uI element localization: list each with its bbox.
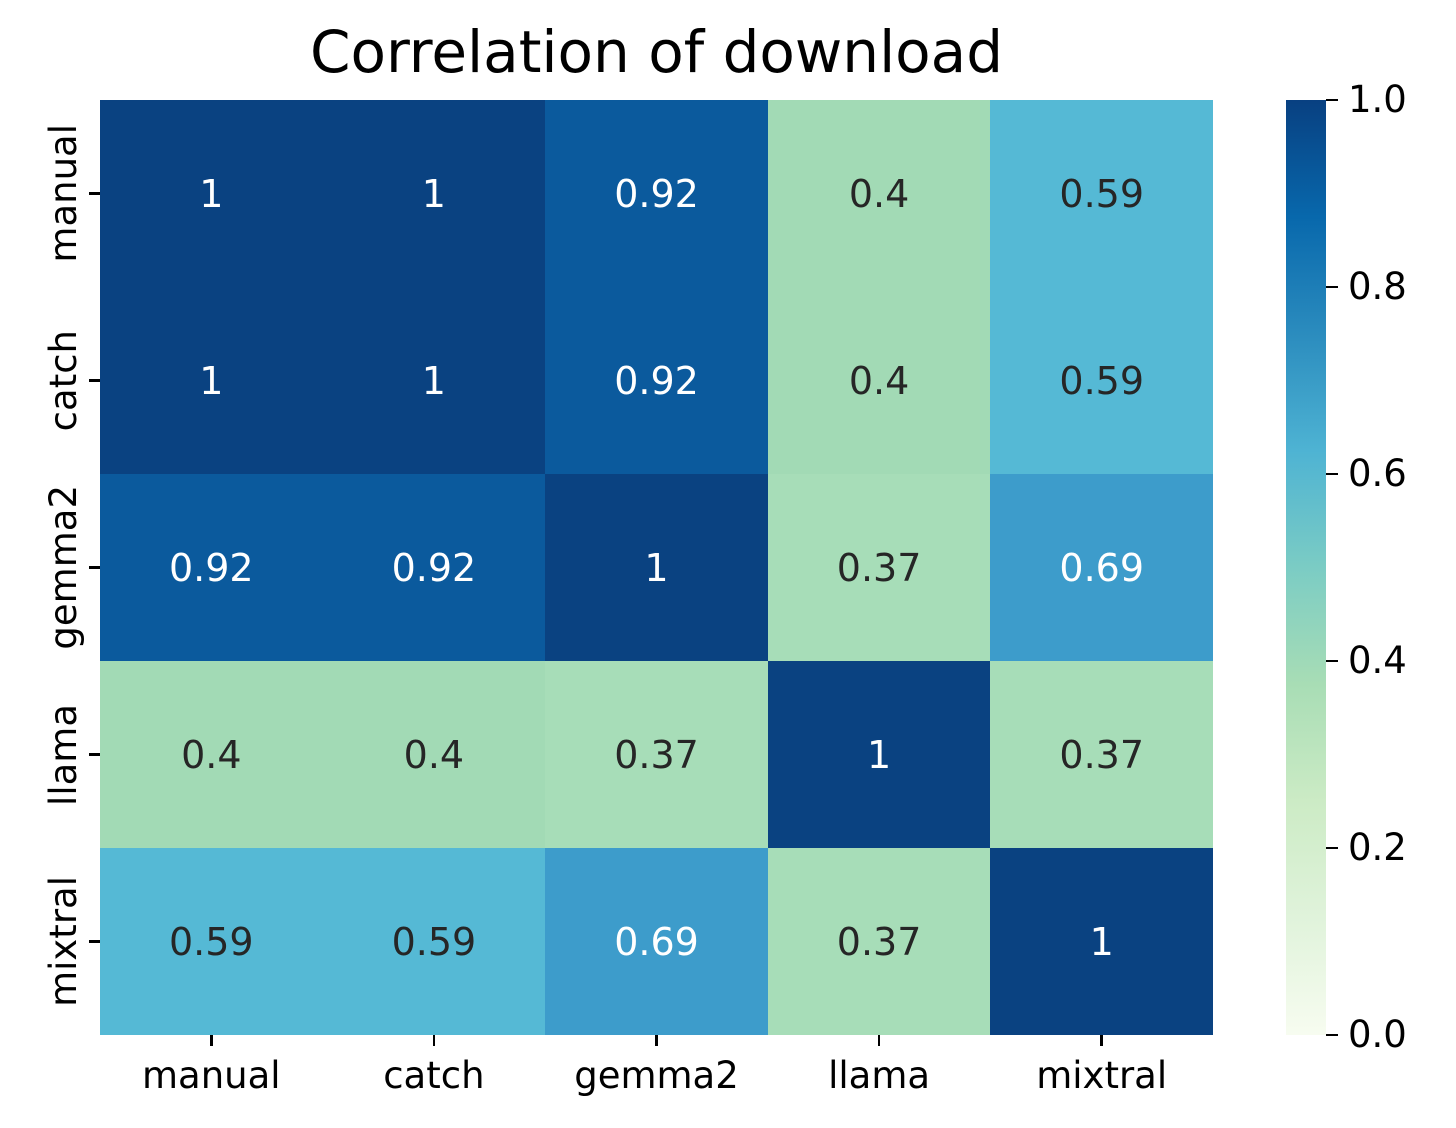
heatmap-cell-value: 1 bbox=[1089, 919, 1114, 964]
heatmap-cell: 0.4 bbox=[767, 287, 991, 474]
x-tick-mark bbox=[877, 1035, 881, 1046]
y-tick-llama: llama bbox=[0, 661, 100, 848]
y-tick-mark bbox=[89, 566, 100, 569]
x-tick-catch: catch bbox=[323, 1035, 546, 1128]
colorbar: 1.0 0.8 0.6 0.4 0.2 0.0 bbox=[1286, 81, 1456, 1053]
colorbar-tick-label: 0.2 bbox=[1348, 825, 1407, 869]
x-axis: manual catch gemma2 llama mixtral bbox=[100, 1035, 1213, 1128]
heatmap-cell-value: 0.4 bbox=[181, 732, 242, 777]
heatmap-cell-value: 0.59 bbox=[1059, 171, 1144, 216]
x-tick-mark bbox=[432, 1035, 436, 1046]
y-tick-label: catch bbox=[42, 329, 85, 432]
heatmap-cell-value: 0.37 bbox=[1059, 732, 1144, 777]
y-tick-mixtral: mixtral bbox=[0, 848, 100, 1035]
heatmap-cell-value: 0.37 bbox=[836, 545, 922, 590]
x-tick-mark bbox=[1100, 1035, 1103, 1046]
heatmap-cell-value: 0.92 bbox=[391, 545, 477, 590]
heatmap-cell-value: 1 bbox=[867, 732, 892, 777]
heatmap-cell-value: 0.4 bbox=[848, 358, 910, 403]
page-title: Correlation of download bbox=[309, 18, 1004, 86]
x-tick-label: manual bbox=[142, 1054, 281, 1097]
y-tick-manual: manual bbox=[0, 100, 100, 287]
heatmap-grid: 1 1 0.92 0.4 0.59 1 1 0.92 0.4 0.59 0.92 0.92 1 0.37 0… bbox=[100, 100, 1213, 1035]
heatmap-cell: 0.59 bbox=[100, 848, 323, 1035]
heatmap-cell: 1 bbox=[545, 474, 768, 661]
heatmap-cell: 0.37 bbox=[767, 848, 991, 1035]
heatmap-cell: 1 bbox=[322, 287, 546, 474]
colorbar-tick-label: 0.4 bbox=[1348, 638, 1407, 682]
x-tick-mark bbox=[210, 1035, 213, 1046]
heatmap-cell: 0.59 bbox=[990, 100, 1213, 287]
x-tick-label: catch bbox=[383, 1054, 485, 1097]
colorbar-tick-label: 0.0 bbox=[1348, 1012, 1407, 1056]
heatmap-cell-value: 0.4 bbox=[848, 171, 910, 216]
y-tick-label: manual bbox=[42, 124, 85, 263]
x-tick-manual: manual bbox=[100, 1035, 323, 1128]
heatmap-cell: 0.69 bbox=[545, 848, 768, 1035]
y-tick-label: mixtral bbox=[42, 876, 85, 1007]
colorbar-tick-mark bbox=[1326, 472, 1338, 476]
heatmap-cell-value: 0.69 bbox=[1059, 545, 1144, 590]
heatmap-cell-value: 0.59 bbox=[1059, 358, 1144, 403]
heatmap-cell: 0.59 bbox=[322, 848, 546, 1035]
y-tick-mark bbox=[89, 379, 100, 382]
heatmap-cell-value: 0.37 bbox=[614, 732, 699, 777]
heatmap-cell: 0.92 bbox=[322, 474, 546, 661]
heatmap-cell-value: 1 bbox=[421, 358, 446, 403]
heatmap-cell: 1 bbox=[767, 661, 991, 848]
heatmap-cell-value: 1 bbox=[199, 171, 224, 216]
colorbar-tick-label: 0.6 bbox=[1348, 451, 1407, 495]
heatmap-cell-value: 1 bbox=[644, 545, 669, 590]
x-tick-gemma2: gemma2 bbox=[545, 1035, 768, 1128]
heatmap-cell-value: 0.37 bbox=[836, 919, 922, 964]
heatmap-cell: 0.92 bbox=[100, 474, 323, 661]
heatmap-cell: 0.4 bbox=[322, 661, 546, 848]
heatmap-cell-value: 0.59 bbox=[391, 919, 477, 964]
heatmap-cell-value: 0.92 bbox=[614, 358, 699, 403]
x-tick-mixtral: mixtral bbox=[990, 1035, 1213, 1128]
colorbar-tick-mark bbox=[1326, 1033, 1338, 1037]
x-tick-label: gemma2 bbox=[574, 1054, 739, 1097]
heatmap-cell: 1 bbox=[100, 287, 323, 474]
colorbar-tick-mark bbox=[1326, 285, 1338, 289]
y-tick-catch: catch bbox=[0, 287, 100, 474]
heatmap-cell-value: 0.92 bbox=[614, 171, 699, 216]
heatmap-cell: 0.37 bbox=[990, 661, 1213, 848]
heatmap-cell-value: 0.4 bbox=[403, 732, 465, 777]
colorbar-tick-label: 0.8 bbox=[1348, 264, 1407, 308]
colorbar-tick-mark bbox=[1326, 98, 1338, 102]
heatmap-cell: 1 bbox=[990, 848, 1213, 1035]
y-tick-mark bbox=[89, 753, 100, 756]
heatmap-cell-value: 0.69 bbox=[614, 919, 699, 964]
y-tick-mark bbox=[89, 940, 100, 943]
colorbar-gradient bbox=[1286, 100, 1326, 1035]
heatmap-cell-value: 0.92 bbox=[168, 545, 254, 590]
colorbar-tick-mark bbox=[1326, 846, 1338, 850]
heatmap-cell-value: 1 bbox=[421, 171, 446, 216]
heatmap-cell-value: 0.59 bbox=[168, 919, 254, 964]
heatmap-cell: 0.92 bbox=[545, 287, 768, 474]
y-tick-label: llama bbox=[42, 703, 85, 806]
y-tick-label: gemma2 bbox=[42, 485, 85, 650]
heatmap-cell: 1 bbox=[100, 100, 323, 287]
heatmap-cell-value: 1 bbox=[199, 358, 224, 403]
x-tick-llama: llama bbox=[768, 1035, 991, 1128]
heatmap-cell: 0.59 bbox=[990, 287, 1213, 474]
y-axis: manual catch gemma2 llama mixtral bbox=[0, 100, 100, 1035]
x-tick-label: mixtral bbox=[1036, 1054, 1168, 1097]
heatmap-cell: 0.69 bbox=[990, 474, 1213, 661]
correlation-heatmap-figure: Correlation of download manual catch gemma… bbox=[0, 0, 1456, 1128]
heatmap-cell: 0.92 bbox=[545, 100, 768, 287]
y-tick-mark bbox=[89, 192, 100, 195]
heatmap-cell: 0.4 bbox=[100, 661, 323, 848]
colorbar-tick-label: 1.0 bbox=[1348, 77, 1407, 121]
colorbar-tick-mark bbox=[1326, 659, 1338, 663]
heatmap-cell: 0.37 bbox=[545, 661, 768, 848]
heatmap-cell: 0.4 bbox=[767, 100, 991, 287]
y-tick-gemma2: gemma2 bbox=[0, 474, 100, 661]
heatmap-cell: 1 bbox=[322, 100, 546, 287]
x-tick-label: llama bbox=[828, 1054, 931, 1097]
heatmap-cell: 0.37 bbox=[767, 474, 991, 661]
x-tick-mark bbox=[655, 1035, 658, 1046]
